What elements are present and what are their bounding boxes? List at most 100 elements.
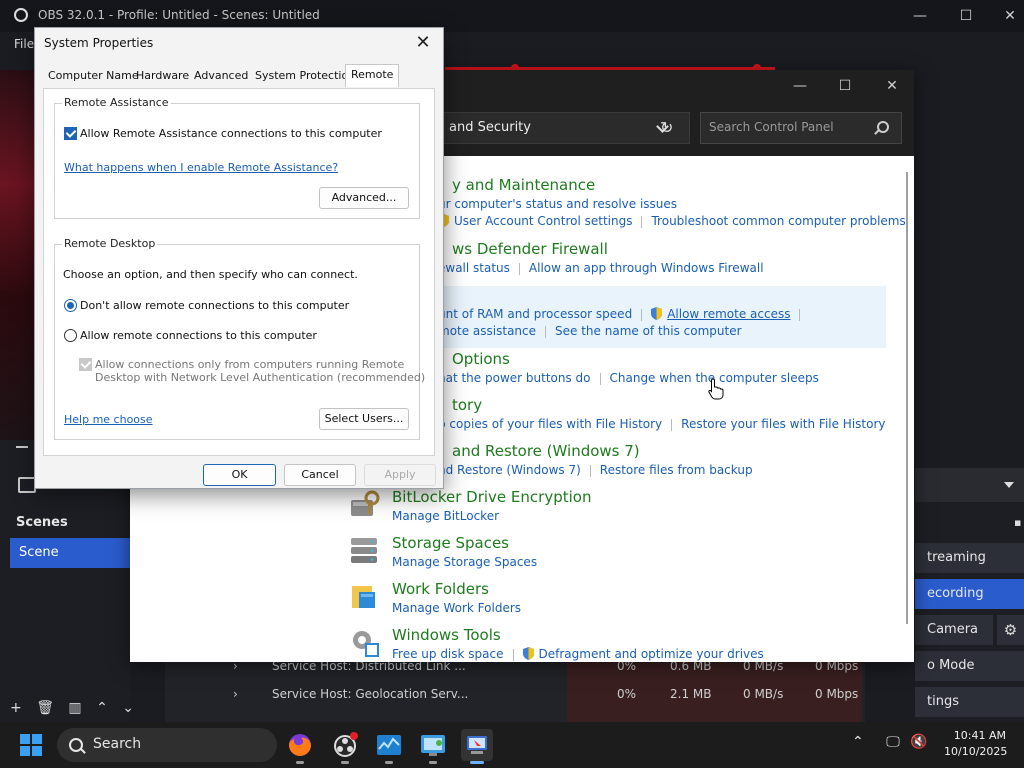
start-recording-button[interactable]: ecording	[915, 579, 1024, 609]
network-icon[interactable]: 🖵	[886, 734, 900, 750]
category-title[interactable]: Options	[452, 350, 819, 368]
category-file-history: tory p copies of your files with File Hi…	[438, 396, 886, 431]
category-title[interactable]: ws Defender Firewall	[452, 240, 764, 258]
cancel-button[interactable]: Cancel	[284, 464, 356, 486]
filter-icon[interactable]: ▥	[68, 700, 81, 716]
category-title[interactable]: BitLocker Drive Encryption	[392, 488, 591, 506]
link-restore-history[interactable]: Restore your files with File History	[681, 417, 885, 431]
taskbar-system-properties[interactable]	[461, 729, 493, 764]
link-save-backup[interactable]: p copies of your files with File History	[438, 417, 662, 431]
start-streaming-button[interactable]: treaming	[915, 543, 1024, 573]
link-allow-remote-access[interactable]: Allow remote access	[667, 307, 790, 321]
maximize-icon[interactable]: ☐	[835, 76, 855, 96]
storage-spaces-icon	[351, 538, 377, 563]
ok-button[interactable]: OK	[203, 464, 276, 486]
settings-button[interactable]: tings	[915, 687, 1024, 717]
tab-computer-name[interactable]: Computer Name	[43, 66, 144, 87]
scene-list-item[interactable]: Scene	[10, 538, 130, 568]
link-power-buttons[interactable]: hat the power buttons do	[438, 371, 591, 385]
move-up-icon[interactable]: ⌃	[96, 700, 108, 716]
tab-hardware[interactable]: Hardware	[131, 66, 194, 87]
minimize-icon[interactable]: —	[910, 6, 930, 26]
process-disk: 0 MB/s	[743, 687, 784, 701]
dont-allow-label[interactable]: Don't allow remote connections to this c…	[80, 299, 349, 312]
link-computer-name[interactable]: See the name of this computer	[555, 324, 742, 338]
trash-icon[interactable]: 🗑	[36, 700, 54, 716]
taskbar-task-manager[interactable]	[373, 729, 405, 764]
select-users-button[interactable]: Select Users...	[319, 408, 409, 430]
table-row[interactable]: › Service Host: Geolocation Serv... 0% 2…	[165, 680, 865, 708]
link-restore-files[interactable]: Restore files from backup	[600, 463, 753, 477]
link-remote-assistance[interactable]: mote assistance	[438, 324, 536, 338]
remote-assistance-help-link[interactable]: What happens when I enable Remote Assist…	[64, 161, 338, 174]
dialog-title: System Properties	[44, 36, 154, 50]
maximize-icon[interactable]: ☐	[956, 6, 976, 26]
link-uac-settings[interactable]: User Account Control settings	[454, 214, 632, 228]
preview-strip	[0, 70, 34, 450]
link-defragment[interactable]: Defragment and optimize your drives	[539, 647, 764, 661]
clock[interactable]: 10:41 AM 10/10/2025	[944, 729, 1007, 758]
close-icon[interactable]: ✕	[411, 31, 435, 55]
category-title[interactable]: Windows Tools	[392, 626, 764, 644]
work-folders-icon	[352, 586, 375, 608]
hand-cursor-icon	[708, 378, 724, 400]
link-firewall-status[interactable]: ewall status	[438, 261, 510, 275]
allow-label[interactable]: Allow remote connections to this compute…	[80, 329, 317, 342]
add-icon[interactable]: +	[10, 700, 22, 716]
taskbar-search[interactable]: Search	[57, 728, 277, 762]
address-bar[interactable]: and Security	[430, 112, 690, 144]
link-review-status[interactable]: ur computer's status and resolve issues	[438, 197, 677, 211]
taskbar-control-panel[interactable]	[417, 729, 449, 764]
move-down-icon[interactable]: ⌄	[122, 700, 134, 716]
category-title[interactable]: Work Folders	[392, 580, 521, 598]
category-title[interactable]: Storage Spaces	[392, 534, 537, 552]
running-indicator	[385, 761, 393, 764]
nla-checkbox[interactable]	[79, 358, 92, 371]
link-backup-restore[interactable]: nd Restore (Windows 7)	[438, 463, 581, 477]
link-free-disk-space[interactable]: Free up disk space	[392, 647, 504, 661]
link-ram-processor[interactable]: unt of RAM and processor speed	[438, 307, 632, 321]
search-input[interactable]: Search Control Panel	[700, 112, 902, 144]
link-manage-bitlocker[interactable]: Manage BitLocker	[392, 509, 499, 523]
apply-button[interactable]: Apply	[364, 464, 436, 486]
windows-start-icon[interactable]	[20, 734, 42, 756]
advanced-button[interactable]: Advanced...	[319, 187, 409, 209]
category-title[interactable]: tory	[452, 396, 886, 414]
obs-transition-dropdown[interactable]	[915, 468, 1024, 502]
close-icon[interactable]: ✕	[1000, 6, 1020, 26]
link-allow-app[interactable]: Allow an app through Windows Firewall	[529, 261, 764, 275]
allow-remote-assistance-label[interactable]: Allow Remote Assistance connections to t…	[80, 127, 382, 140]
chevron-up-icon[interactable]: ⌃	[852, 734, 864, 750]
tab-system-protection[interactable]: System Protection	[250, 66, 360, 87]
taskbar-obs[interactable]	[329, 729, 361, 764]
remote-tab-page: Remote Assistance Allow Remote Assistanc…	[43, 88, 435, 456]
tab-remote[interactable]: Remote	[345, 64, 400, 87]
link-manage-storage[interactable]: Manage Storage Spaces	[392, 555, 537, 569]
link-troubleshoot[interactable]: Troubleshoot common computer problems	[651, 214, 905, 228]
dock-menu-icon[interactable]: ▪	[1014, 516, 1021, 529]
remote-assistance-group: Remote Assistance Allow Remote Assistanc…	[54, 96, 420, 219]
scrollbar[interactable]	[906, 172, 908, 624]
search-icon[interactable]	[877, 121, 889, 133]
help-me-choose-link[interactable]: Help me choose	[64, 413, 153, 426]
tab-advanced[interactable]: Advanced	[189, 66, 253, 87]
minimize-icon[interactable]: —	[790, 76, 810, 96]
category-title[interactable]: y and Maintenance	[452, 176, 906, 194]
volume-muted-icon[interactable]: 🔇	[910, 734, 927, 750]
virtual-camera-button[interactable]: Camera	[915, 615, 993, 645]
allow-radio[interactable]	[64, 329, 77, 342]
category-title[interactable]: and Restore (Windows 7)	[452, 442, 753, 460]
link-manage-work-folders[interactable]: Manage Work Folders	[392, 601, 521, 615]
expand-icon[interactable]: ›	[233, 687, 238, 701]
dont-allow-radio[interactable]	[64, 299, 77, 312]
group-title: Remote Desktop	[62, 237, 158, 250]
collapse-icon[interactable]	[16, 446, 28, 448]
taskbar-firefox[interactable]	[284, 729, 316, 764]
close-icon[interactable]: ✕	[882, 76, 902, 96]
studio-mode-button[interactable]: o Mode	[915, 651, 1024, 681]
category-windows-tools: Windows Tools Free up disk space Defragme…	[353, 626, 764, 661]
refresh-icon[interactable]: ↻	[660, 118, 673, 137]
allow-remote-assistance-checkbox[interactable]	[64, 127, 77, 140]
obs-menu-file[interactable]: File	[14, 37, 34, 51]
virtual-camera-settings-icon[interactable]: ⚙	[997, 615, 1024, 645]
